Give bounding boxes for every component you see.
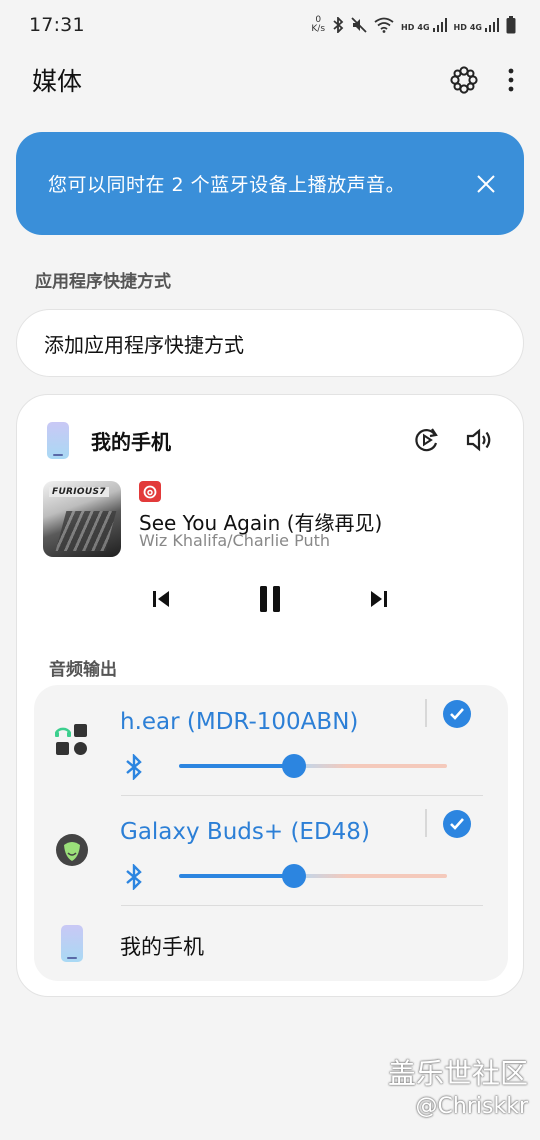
slider-track <box>294 874 447 878</box>
earbuds-icon <box>56 834 88 866</box>
signal-bars-icon <box>432 18 447 32</box>
add-shortcut-button[interactable]: 添加应用程序快捷方式 <box>16 309 524 377</box>
media-info[interactable]: FURIOUS7 See You Again (有缘再见) Wiz Khalif… <box>43 481 503 557</box>
wifi-status-icon <box>374 17 394 33</box>
signal-2-hd-label: HD <box>453 23 467 32</box>
slider-thumb[interactable] <box>282 864 306 888</box>
page-title: 媒体 <box>32 67 83 96</box>
close-icon[interactable] <box>476 174 496 194</box>
phone-icon <box>47 421 69 459</box>
mute-status-icon <box>351 17 367 33</box>
net-speed-unit: K/s <box>311 24 326 34</box>
status-time: 17:31 <box>29 14 85 36</box>
net-speed: 0 K/s <box>311 16 325 34</box>
artist-name: Wiz Khalifa/Charlie Puth <box>139 531 330 550</box>
add-shortcut-label: 添加应用程序快捷方式 <box>44 332 244 357</box>
selected-checkbox[interactable] <box>443 700 471 728</box>
status-bar: 17:31 0 K/s HD 4G HD 4G <box>0 0 540 50</box>
headphones-app-icon <box>54 724 87 755</box>
volume-slider[interactable] <box>179 754 447 778</box>
watermark-title: 盖乐世社区 <box>387 1057 528 1090</box>
music-app-icon <box>139 481 161 502</box>
signal-1-hd-label: HD <box>401 23 415 32</box>
bluetooth-icon <box>126 754 142 780</box>
output-device-name: h.ear (MDR-100ABN) <box>120 709 359 735</box>
audio-output-label: 音频输出 <box>49 660 117 680</box>
device-card: 我的手机 FURIOUS7 See You Again (有缘再见) Wiz K… <box>16 394 524 997</box>
signal-2-type: 4G <box>469 23 482 32</box>
audio-output-item[interactable]: Galaxy Buds+ (ED48) <box>34 795 508 905</box>
banner-message: 您可以同时在 2 个蓝牙设备上播放声音。 <box>48 174 406 196</box>
audio-output-item[interactable]: 我的手机 <box>34 905 508 981</box>
divider <box>425 699 427 727</box>
phone-icon <box>61 925 83 962</box>
previous-track-icon[interactable] <box>151 589 171 609</box>
device-name: 我的手机 <box>91 429 171 454</box>
selected-checkbox[interactable] <box>443 810 471 838</box>
signal-1: HD 4G <box>401 18 447 32</box>
status-icons: 0 K/s HD 4G HD 4G <box>311 16 516 34</box>
device-network-icon[interactable] <box>450 66 478 94</box>
volume-icon[interactable] <box>465 426 493 454</box>
signal-1-type: 4G <box>417 23 430 32</box>
audio-output-item[interactable]: h.ear (MDR-100ABN) <box>34 685 508 795</box>
switch-playback-icon[interactable] <box>413 426 441 454</box>
audio-output-list: h.ear (MDR-100ABN) Galaxy Buds+ (ED48) 我… <box>34 685 508 981</box>
next-track-icon[interactable] <box>369 589 389 609</box>
device-actions <box>413 426 493 454</box>
output-device-name: Galaxy Buds+ (ED48) <box>120 819 370 845</box>
slider-fill <box>179 874 294 878</box>
device-header: 我的手机 <box>17 415 523 465</box>
slider-thumb[interactable] <box>282 754 306 778</box>
output-device-name: 我的手机 <box>120 935 204 959</box>
signal-bars-icon <box>485 18 499 32</box>
shortcuts-section-label: 应用程序快捷方式 <box>35 272 171 292</box>
divider <box>425 809 427 837</box>
album-logo: FURIOUS7 <box>49 487 109 497</box>
slider-fill <box>179 764 294 768</box>
bluetooth-status-icon <box>333 17 344 33</box>
more-options-icon[interactable] <box>508 68 514 92</box>
slider-track <box>294 764 447 768</box>
checkmark-icon <box>450 708 464 720</box>
pause-icon[interactable] <box>259 585 281 613</box>
app-bar: 媒体 <box>0 52 540 108</box>
album-art: FURIOUS7 <box>43 481 121 557</box>
bluetooth-icon <box>126 864 142 890</box>
playback-controls <box>17 579 523 619</box>
battery-icon <box>506 16 516 34</box>
watermark-handle: @Chriskkr <box>415 1094 528 1119</box>
checkmark-icon <box>450 818 464 830</box>
app-bar-actions <box>450 66 514 94</box>
volume-slider[interactable] <box>179 864 447 888</box>
info-banner: 您可以同时在 2 个蓝牙设备上播放声音。 <box>16 132 524 235</box>
signal-2: HD 4G <box>454 18 499 32</box>
album-image-detail <box>55 511 117 551</box>
